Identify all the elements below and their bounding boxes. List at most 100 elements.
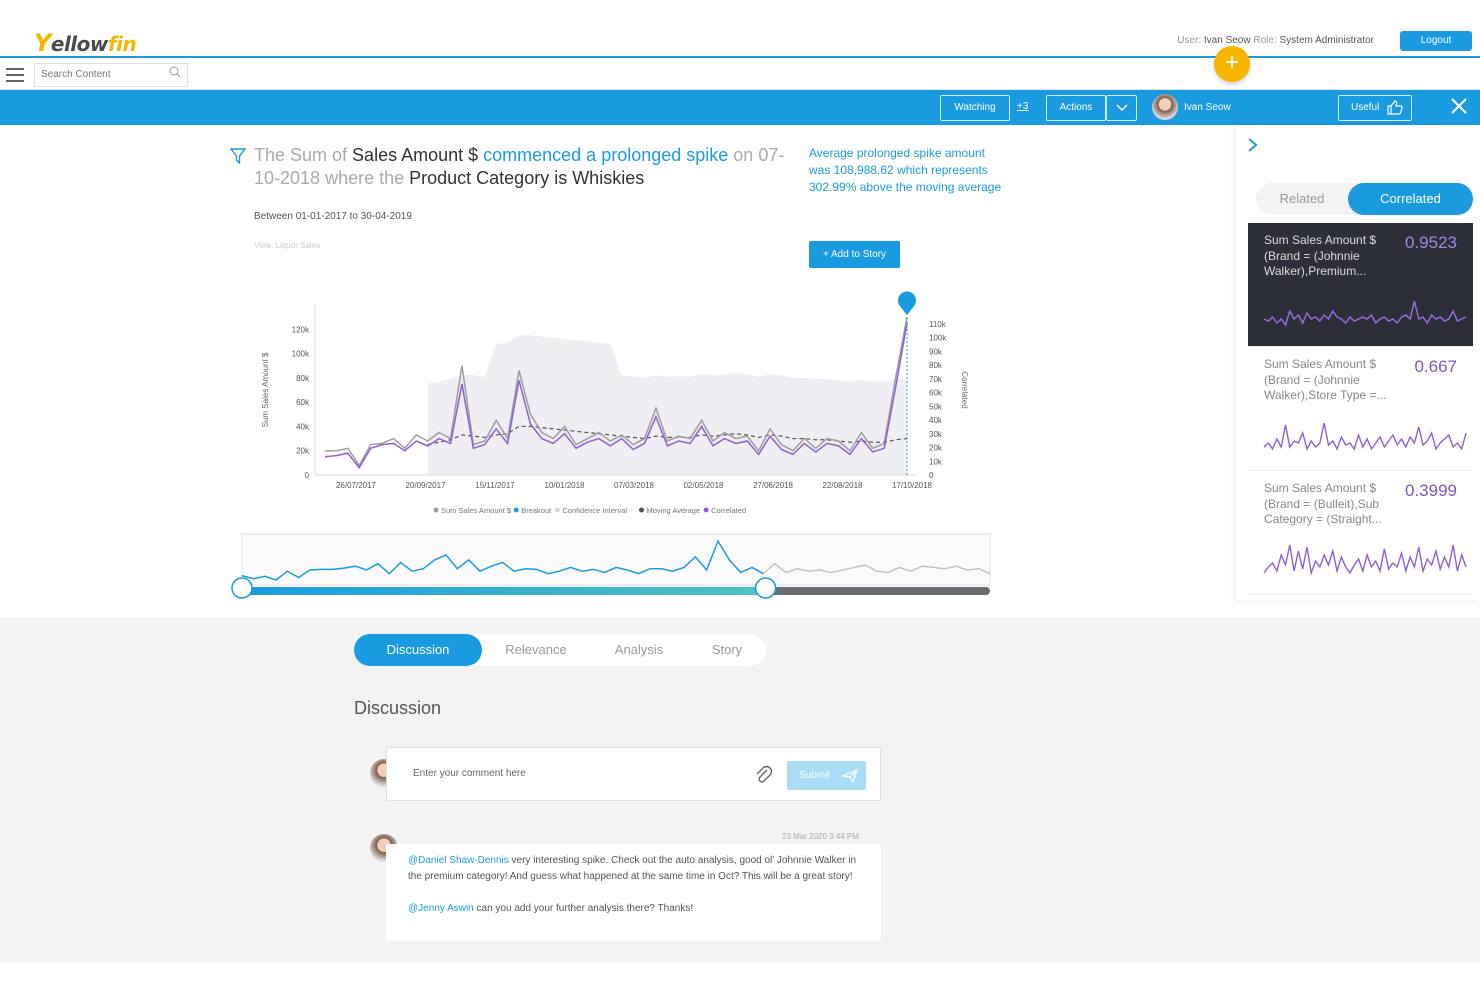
owner-avatar[interactable] xyxy=(1152,94,1178,120)
comment-message: @Daniel Shaw-Dennis very interesting spi… xyxy=(386,844,881,941)
submit-button[interactable]: Submit xyxy=(787,761,866,790)
comment-input[interactable]: Enter your comment here xyxy=(413,768,526,779)
range-handle xyxy=(754,577,777,599)
x-tick-label: 10/01/2018 xyxy=(544,481,585,490)
user-name: Ivan Seow xyxy=(1203,35,1251,46)
y2-tick-label: 110k xyxy=(929,320,947,329)
insight-toolbar: Watching +3 Actions Ivan Seow Useful xyxy=(0,90,1480,125)
sparkline xyxy=(1263,300,1467,327)
y-tick-label: 20k xyxy=(296,447,310,456)
chevron-right-icon[interactable] xyxy=(1246,137,1260,153)
x-tick-label: 26/07/2017 xyxy=(336,481,377,490)
y2-tick-label: 100k xyxy=(929,334,947,343)
y2-tick-label: 10k xyxy=(929,457,943,466)
filter-icon xyxy=(230,148,246,164)
legend-label: Moving Average xyxy=(647,506,701,515)
mention-link[interactable]: @Jenny Aswin xyxy=(408,903,474,914)
y-tick-label: 100k xyxy=(292,350,310,359)
y2-tick-label: 30k xyxy=(929,430,943,439)
timeline-range-selector[interactable] xyxy=(230,530,1000,602)
y-tick-label: 80k xyxy=(296,374,310,383)
actions-button[interactable]: Actions xyxy=(1046,95,1106,121)
overview-frame xyxy=(241,533,991,586)
watching-button[interactable]: Watching xyxy=(940,95,1010,121)
search-input[interactable]: Search Content xyxy=(34,63,188,87)
useful-button[interactable]: Useful xyxy=(1338,95,1412,121)
range-selection xyxy=(242,587,766,595)
paperclip-icon[interactable] xyxy=(753,764,773,786)
view-label[interactable]: View: Liquor Sales xyxy=(254,241,320,250)
tab-discussion[interactable]: Discussion xyxy=(354,634,482,666)
add-to-story-button[interactable]: + Add to Story xyxy=(809,241,900,268)
sales-line-chart: 0 20k 40k 60k 80k 100k 120k 0 10k 20k 30k 40k 50k 60k… xyxy=(261,291,969,515)
range-handle xyxy=(231,577,253,599)
legend-swatch xyxy=(513,507,519,513)
lower-tabs: Discussion Relevance Analysis Story xyxy=(354,634,766,666)
correlation-panel: Related Correlated Sum Sales Amount $ (B… xyxy=(1236,125,1480,600)
tab-story[interactable]: Story xyxy=(688,634,766,666)
sparkline-path xyxy=(1263,300,1467,327)
discussion-heading: Discussion xyxy=(354,698,442,718)
legend-swatch xyxy=(554,507,560,513)
create-plus-button[interactable]: + xyxy=(1214,46,1250,82)
legend-label: Breakout xyxy=(521,506,552,515)
legend-label: Correlated xyxy=(711,506,746,515)
x-tick-label: 17/10/2018 xyxy=(892,481,933,490)
top-header: Yellowfin User: Ivan Seow Role: System A… xyxy=(0,24,1480,58)
tab-related[interactable]: Related xyxy=(1256,183,1348,215)
y2-tick-label: 60k xyxy=(929,389,943,398)
y2-tick-label: 90k xyxy=(929,347,943,356)
y2-tick-label: 80k xyxy=(929,361,943,370)
correlation-card[interactable]: Sum Sales Amount $ (Brand = (Bulleit),Su… xyxy=(1248,471,1473,595)
search-icon[interactable] xyxy=(169,66,181,78)
menu-icon[interactable] xyxy=(6,68,24,82)
sparkline xyxy=(1263,422,1467,451)
close-icon[interactable] xyxy=(1450,97,1468,115)
watchers-count-link[interactable]: +3 xyxy=(1017,101,1028,112)
y2-tick-label: 40k xyxy=(929,416,943,425)
x-tick-label: 15/11/2017 xyxy=(475,481,515,490)
comment-composer: Enter your comment here Submit xyxy=(386,747,881,801)
correlation-card[interactable]: Sum Sales Amount $ (Brand = (Johnnie Wal… xyxy=(1248,347,1473,471)
y-tick-label: 60k xyxy=(296,398,310,407)
panel-tabs: Related Correlated xyxy=(1256,183,1473,215)
legend-swatch xyxy=(703,507,709,513)
yellowfin-logo[interactable]: Yellowfin xyxy=(34,29,137,57)
x-tick-label: 07/03/2018 xyxy=(614,481,655,490)
breakout-marker xyxy=(897,291,916,316)
legend-label: Confidence Interval xyxy=(562,506,627,515)
insight-title: The Sum of Sales Amount $ commenced a pr… xyxy=(254,145,785,188)
send-icon xyxy=(842,769,858,783)
correlation-value: 0.667 xyxy=(1414,357,1457,376)
tab-relevance[interactable]: Relevance xyxy=(482,634,590,666)
legend-swatch xyxy=(639,507,644,513)
y2-tick-label: 50k xyxy=(929,402,943,411)
search-bar: Search Content xyxy=(0,60,1480,90)
user-role: System Administrator xyxy=(1279,35,1374,46)
owner-name: Ivan Seow xyxy=(1184,102,1231,113)
y2-tick-label: 20k xyxy=(929,444,943,453)
y-tick-label: 120k xyxy=(292,325,310,334)
correlation-card[interactable]: Sum Sales Amount $ (Brand = (Johnnie Wal… xyxy=(1248,223,1473,347)
correlation-value: 0.3999 xyxy=(1405,481,1457,500)
y2-axis-title: Correlated xyxy=(960,371,969,408)
correlation-value: 0.9523 xyxy=(1405,233,1457,252)
mention-link[interactable]: @Daniel Shaw-Dennis xyxy=(408,855,509,866)
actions-dropdown[interactable] xyxy=(1106,95,1137,121)
tab-correlated[interactable]: Correlated xyxy=(1348,183,1473,215)
confidence-band xyxy=(427,335,907,475)
user-info: User: Ivan Seow Role: System Administrat… xyxy=(1177,35,1374,46)
sparkline-path xyxy=(1263,422,1467,451)
date-range: Between 01-01-2017 to 30-04-2019 xyxy=(254,211,412,222)
insight-summary: Average prolonged spike amount was 108,9… xyxy=(809,146,1002,194)
y-tick-label: 40k xyxy=(296,422,310,431)
x-tick-label: 02/05/2018 xyxy=(683,481,724,490)
thumbs-up-icon xyxy=(1387,100,1403,115)
tab-analysis[interactable]: Analysis xyxy=(590,634,688,666)
x-tick-label: 22/08/2018 xyxy=(822,481,863,490)
y2-tick-label: 70k xyxy=(929,375,943,384)
logout-button[interactable]: Logout xyxy=(1400,31,1472,51)
y-tick-label: 0 xyxy=(305,471,310,480)
legend-swatch xyxy=(433,507,439,513)
sparkline xyxy=(1263,544,1467,576)
